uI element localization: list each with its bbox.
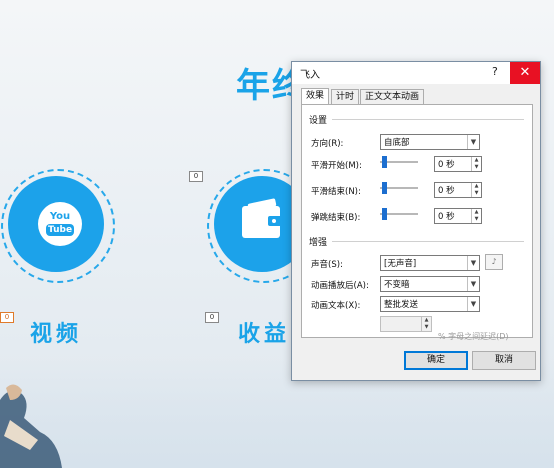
chevron-down-icon: ▼: [467, 277, 479, 291]
sound-select[interactable]: [无声音] ▼: [380, 255, 480, 271]
fly-in-dialog: 飞入 ? ✕ 效果 计时 正文文本动画 设置 方向(R): 自底部 ▼ 平滑开始…: [291, 61, 541, 381]
after-animation-value: 不变暗: [384, 280, 410, 290]
direction-label: 方向(R):: [311, 139, 344, 149]
spinner-buttons[interactable]: ▲ ▼: [421, 317, 431, 331]
spinner-buttons[interactable]: ▲ ▼: [471, 209, 481, 223]
smooth-end-value: 0 秒: [438, 186, 455, 196]
video-order-box[interactable]: 0: [0, 312, 14, 323]
effect-panel: 设置 方向(R): 自底部 ▼ 平滑开始(M): 0 秒 ▲ ▼ 平滑结束(N):…: [301, 104, 533, 338]
bounce-end-spinner[interactable]: 0 秒 ▲ ▼: [434, 208, 482, 224]
chevron-down-icon: ▼: [467, 256, 479, 270]
video-label: 视频: [30, 322, 83, 347]
animate-text-label: 动画文本(X):: [311, 301, 361, 311]
dialog-titlebar[interactable]: 飞入 ? ✕: [292, 62, 540, 84]
income-label: 收益: [238, 322, 291, 347]
direction-value: 自底部: [384, 138, 410, 148]
sound-value: [无声音]: [384, 259, 417, 269]
tab-effect[interactable]: 效果: [301, 88, 330, 105]
animate-text-value: 整批发送: [384, 300, 419, 310]
slider-thumb[interactable]: [382, 208, 387, 220]
smooth-end-slider[interactable]: [380, 182, 418, 194]
smooth-end-spinner[interactable]: 0 秒 ▲ ▼: [434, 182, 482, 198]
after-animation-select[interactable]: 不变暗 ▼: [380, 276, 480, 292]
side-order-box[interactable]: 0: [189, 171, 203, 182]
direction-select[interactable]: 自底部 ▼: [380, 134, 480, 150]
after-animation-label: 动画播放后(A):: [311, 281, 369, 291]
speaker-icon[interactable]: ♪: [485, 254, 503, 270]
person-illustration: [0, 384, 62, 468]
smooth-end-label: 平滑结束(N):: [311, 187, 361, 197]
settings-divider: [332, 119, 524, 120]
youtube-icon: You Tube: [38, 202, 82, 246]
enhance-group-label: 增强: [309, 238, 328, 248]
close-button[interactable]: ✕: [510, 62, 540, 84]
slider-thumb[interactable]: [382, 182, 387, 194]
enhance-divider: [332, 241, 524, 242]
letter-delay-spinner[interactable]: ▲ ▼: [380, 316, 432, 332]
video-circle[interactable]: You Tube: [8, 176, 104, 272]
help-button[interactable]: ?: [492, 65, 498, 78]
bounce-end-slider[interactable]: [380, 208, 418, 220]
smooth-start-spinner[interactable]: 0 秒 ▲ ▼: [434, 156, 482, 172]
bounce-end-label: 弹跳结束(B):: [311, 213, 361, 223]
smooth-start-value: 0 秒: [438, 160, 455, 170]
ok-button[interactable]: 确定: [404, 351, 468, 370]
youtube-icon-text-bottom: Tube: [46, 224, 74, 236]
chevron-down-icon: ▼: [467, 135, 479, 149]
dialog-title: 飞入: [300, 70, 320, 81]
cancel-button[interactable]: 取消: [472, 351, 536, 370]
bounce-end-value: 0 秒: [438, 212, 455, 222]
spinner-buttons[interactable]: ▲ ▼: [471, 157, 481, 171]
letter-delay-note: % 字母之间延迟(D): [438, 332, 509, 341]
settings-group-label: 设置: [309, 116, 328, 126]
animate-text-select[interactable]: 整批发送 ▼: [380, 296, 480, 312]
tab-text-animation[interactable]: 正文文本动画: [360, 89, 425, 104]
chevron-down-icon: ▼: [467, 297, 479, 311]
smooth-start-slider[interactable]: [380, 156, 418, 168]
tab-timing[interactable]: 计时: [331, 89, 360, 104]
slider-thumb[interactable]: [382, 156, 387, 168]
youtube-icon-text-top: You: [49, 211, 71, 222]
income-order-box[interactable]: 0: [205, 312, 219, 323]
sound-label: 声音(S):: [311, 260, 343, 270]
spinner-buttons[interactable]: ▲ ▼: [471, 183, 481, 197]
smooth-start-label: 平滑开始(M):: [311, 161, 362, 171]
